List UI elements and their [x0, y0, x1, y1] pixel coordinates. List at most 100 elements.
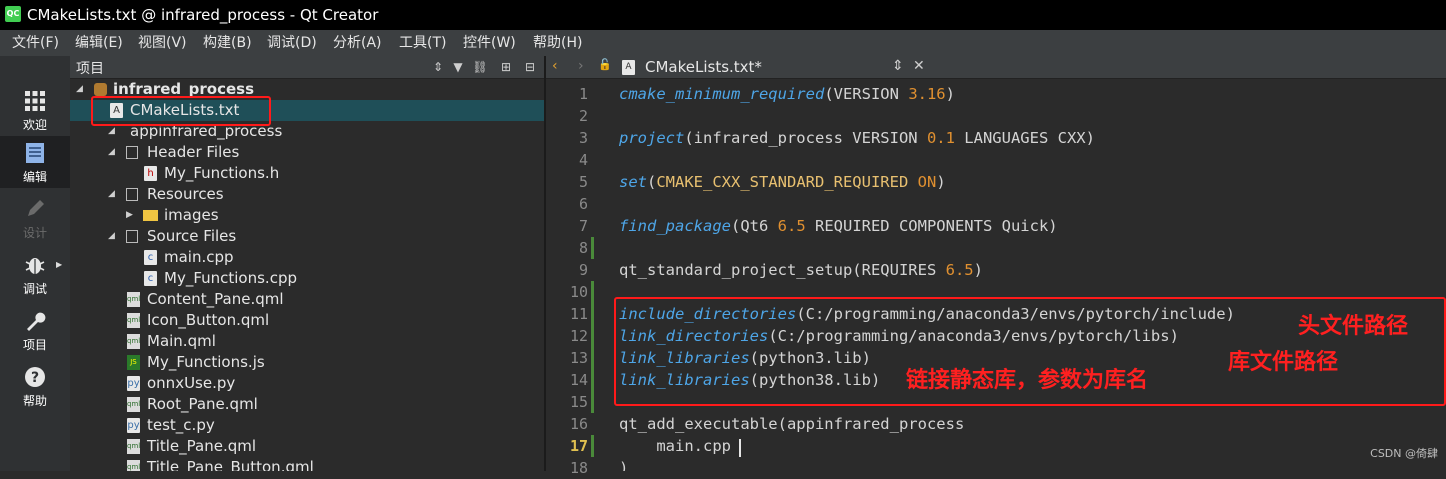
mode-projects[interactable]: 项目	[0, 304, 70, 356]
link-icon[interactable]: ⛓	[472, 59, 488, 75]
back-arrow-icon[interactable]: ‹	[552, 58, 558, 74]
mode-help[interactable]: ? 帮助	[0, 360, 70, 412]
annotation-link-note: 链接静态库，参数为库名	[906, 368, 1149, 393]
tree-item-images[interactable]: ▶ images	[70, 205, 544, 226]
line-number: 15	[569, 393, 588, 411]
annotation-header-path: 头文件路径	[1298, 314, 1409, 339]
help-icon: ?	[25, 367, 45, 387]
python-file-icon: py	[127, 376, 140, 391]
forward-arrow-icon[interactable]: ›	[578, 58, 584, 74]
split-icon[interactable]: ⊞	[498, 59, 514, 75]
filter-icon[interactable]: ▼	[450, 59, 466, 75]
code-line: find_package(Qt6 6.5 REQUIRED COMPONENTS…	[619, 217, 1058, 235]
tree-item-qml-file[interactable]: qml Main.qml	[70, 331, 544, 352]
tree-item-qml-file[interactable]: qml Root_Pane.qml	[70, 394, 544, 415]
qml-file-icon: qml	[127, 292, 140, 307]
line-number: 13	[569, 349, 588, 367]
tree-item-js-file[interactable]: JS My_Functions.js	[70, 352, 544, 373]
mode-welcome-label: 欢迎	[22, 118, 47, 132]
tree-item-qml-file[interactable]: qml Title_Pane_Button.qml	[70, 457, 544, 471]
collapsed-arrow-icon[interactable]: ▶	[126, 205, 136, 226]
code-editor[interactable]: cmake_minimum_required(VERSION 3.16) pro…	[594, 79, 1446, 471]
menu-file[interactable]: 文件(F)	[12, 30, 59, 56]
cpp-file-icon: c	[144, 271, 157, 286]
mode-debug-label: 调试	[22, 282, 47, 296]
line-number-gutter: 1 2 3 4 5 6 7 8 9 10 11 12 13 14 15 16 1…	[546, 79, 594, 477]
qml-file-icon: qml	[127, 460, 140, 471]
line-number: 7	[578, 217, 588, 235]
bug-icon	[25, 258, 45, 274]
menu-debug[interactable]: 调试(D)	[267, 30, 317, 56]
current-line-number: 17	[569, 437, 588, 455]
python-file-icon: py	[127, 418, 140, 433]
qml-file-icon: qml	[127, 313, 140, 328]
line-number: 6	[578, 195, 588, 213]
mode-design[interactable]: 设计	[0, 192, 70, 244]
updown-arrows-icon[interactable]: ⇕	[430, 59, 446, 75]
header-file-icon: h	[144, 166, 157, 181]
qt-creator-logo-icon: QC	[5, 6, 21, 22]
mode-edit[interactable]: 编辑	[0, 136, 70, 188]
mode-selector: 欢迎 编辑 设计 ▶ 调试 项目 ? 帮助	[0, 56, 71, 471]
line-number: 5	[578, 173, 588, 191]
mode-debug[interactable]: ▶ 调试	[0, 248, 70, 300]
tree-item-qml-file[interactable]: qml Content_Pane.qml	[70, 289, 544, 310]
code-line: )	[619, 459, 629, 471]
tree-item-header-files[interactable]: ◢ Header Files	[70, 142, 544, 163]
menu-controls[interactable]: 控件(W)	[463, 30, 516, 56]
tree-item-source-files[interactable]: ◢ Source Files	[70, 226, 544, 247]
line-number: 1	[578, 85, 588, 103]
menu-bar: 文件(F) 编辑(E) 视图(V) 构建(B) 调试(D) 分析(A) 工具(T…	[0, 30, 1446, 56]
menu-edit[interactable]: 编辑(E)	[75, 30, 123, 56]
menu-help[interactable]: 帮助(H)	[533, 30, 582, 56]
code-line: qt_add_executable(appinfrared_process	[619, 415, 965, 433]
line-number: 16	[569, 415, 588, 433]
qml-file-icon: qml	[127, 439, 140, 454]
text-cursor	[739, 439, 741, 457]
tree-item-header-file[interactable]: h My_Functions.h	[70, 163, 544, 184]
tree-item-source-file[interactable]: c My_Functions.cpp	[70, 268, 544, 289]
highlight-box-cmakelists	[91, 96, 271, 126]
virtual-folder-icon	[126, 188, 138, 201]
edit-doc-icon	[26, 143, 44, 163]
tree-item-source-file[interactable]: c main.cpp	[70, 247, 544, 268]
tree-item-py-file[interactable]: py onnxUse.py	[70, 373, 544, 394]
code-line: set(CMAKE_CXX_STANDARD_REQUIRED ON)	[619, 173, 946, 191]
expanded-arrow-icon[interactable]: ◢	[76, 79, 86, 100]
tree-item-resources[interactable]: ◢ Resources	[70, 184, 544, 205]
menu-analyze[interactable]: 分析(A)	[333, 30, 382, 56]
tree-item-qml-file[interactable]: qml Icon_Button.qml	[70, 310, 544, 331]
line-number: 14	[569, 371, 588, 389]
close-panel-icon[interactable]: ⊟	[522, 59, 538, 75]
lock-icon: 🔓	[598, 58, 612, 71]
qml-file-icon: qml	[127, 397, 140, 412]
cmake-file-icon: A	[622, 60, 635, 75]
qml-file-icon: qml	[127, 334, 140, 349]
line-number: 12	[569, 327, 588, 345]
project-tree: ◢ infrared_process A CMakeLists.txt ◢ ap…	[70, 79, 544, 471]
virtual-folder-icon	[126, 146, 138, 159]
document-tab[interactable]: CMakeLists.txt*	[645, 58, 762, 76]
line-number: 11	[569, 305, 588, 323]
menu-view[interactable]: 视图(V)	[138, 30, 187, 56]
updown-arrows-icon[interactable]: ⇕	[892, 58, 904, 74]
projects-header: 项目 ⇕ ▼ ⛓ ⊞ ⊟	[70, 56, 544, 79]
menu-tools[interactable]: 工具(T)	[399, 30, 446, 56]
menu-build[interactable]: 构建(B)	[203, 30, 252, 56]
line-number: 18	[569, 459, 588, 477]
expanded-arrow-icon[interactable]: ◢	[108, 184, 118, 205]
expanded-arrow-icon[interactable]: ◢	[108, 142, 118, 163]
code-line: project(infrared_process VERSION 0.1 LAN…	[619, 129, 1095, 147]
tree-item-qml-file[interactable]: qml Title_Pane.qml	[70, 436, 544, 457]
grid-icon	[25, 91, 45, 111]
expanded-arrow-icon[interactable]: ◢	[108, 226, 118, 247]
line-number: 10	[569, 283, 588, 301]
code-line: cmake_minimum_required(VERSION 3.16)	[619, 85, 955, 103]
tree-item-py-file[interactable]: py test_c.py	[70, 415, 544, 436]
wrench-icon	[27, 312, 46, 331]
projects-view-selector[interactable]: 项目	[76, 58, 104, 78]
code-line: qt_standard_project_setup(REQUIRES 6.5)	[619, 261, 983, 279]
annotation-lib-path: 库文件路径	[1228, 350, 1339, 375]
close-document-icon[interactable]: ✕	[913, 58, 925, 74]
mode-welcome[interactable]: 欢迎	[0, 84, 70, 136]
